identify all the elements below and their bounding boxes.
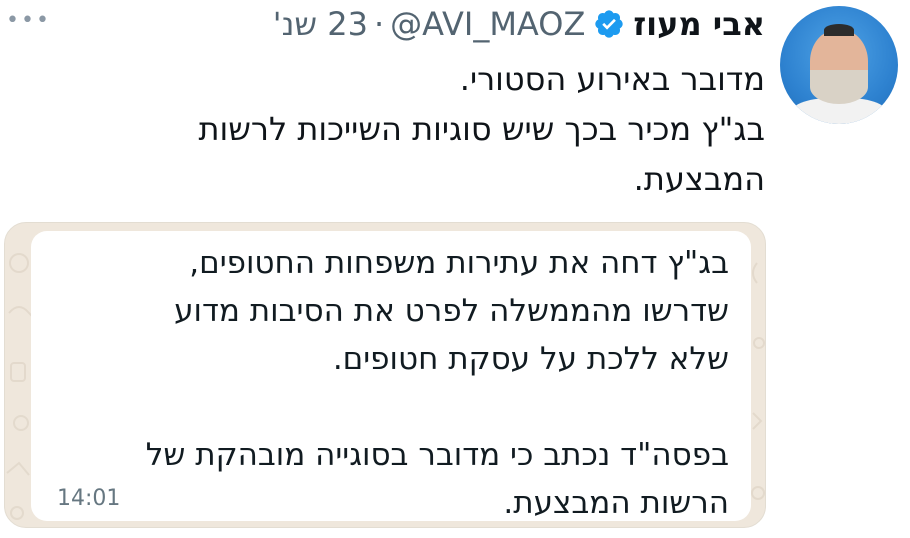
avatar-beard — [810, 70, 868, 104]
message-line: שדרשו מהממשלה לפרט את הסיבות מדוע — [174, 293, 729, 329]
tweet-media-image[interactable]: בג"ץ דחה את עתירות משפחות החטופים, שדרשו… — [4, 222, 766, 528]
avatar-kippah — [824, 24, 854, 36]
author-handle[interactable]: @AVI_MAOZ — [390, 5, 585, 43]
tweet-text-line: מדובר באירוע הסטורי. — [459, 60, 765, 98]
message-line: בפסה"ד נכתב כי מדובר בסוגייה מובהקת של — [145, 437, 729, 473]
message-line: שלא ללכת על עסקת חטופים. — [332, 341, 729, 377]
tweet-text-line: המבצעת. — [633, 160, 765, 198]
chat-message-bubble: בג"ץ דחה את עתירות משפחות החטופים, שדרשו… — [31, 231, 751, 521]
tweet-header: אבי מעוז @AVI_MAOZ · 23 שנ' — [273, 2, 765, 46]
author-name[interactable]: אבי מעוז — [633, 5, 765, 43]
chat-message-text: בג"ץ דחה את עתירות משפחות החטופים, שדרשו… — [49, 239, 729, 527]
header-separator: · — [373, 5, 385, 43]
message-line: בג"ץ דחה את עתירות משפחות החטופים, — [189, 245, 729, 281]
tweet-text: מדובר באירוע הסטורי. בג"ץ מכיר בכך שיש ס… — [75, 54, 766, 204]
tweet-text-line: בג"ץ מכיר בכך שיש סוגיות השייכות לרשות — [198, 110, 766, 148]
tweet-timestamp[interactable]: 23 שנ' — [273, 5, 368, 43]
author-avatar[interactable] — [780, 6, 898, 124]
message-time: 14:01 — [57, 486, 121, 511]
verified-badge-icon — [595, 10, 624, 38]
more-options-icon[interactable]: ••• — [6, 8, 51, 33]
message-line: הרשות המבצעת. — [503, 485, 729, 521]
